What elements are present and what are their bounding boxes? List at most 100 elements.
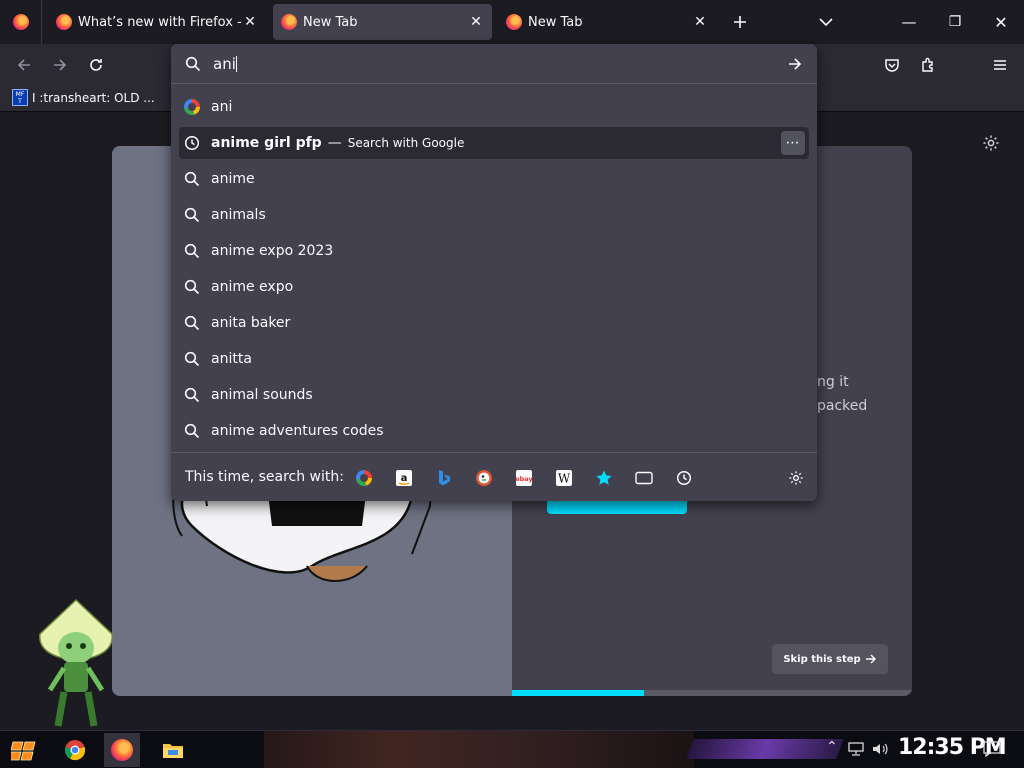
suggestion-action: Search with Google	[347, 136, 465, 150]
ebay-icon[interactable]: ebay	[514, 468, 534, 488]
app-menu-button[interactable]	[988, 53, 1012, 77]
tab-close-icon[interactable]: ✕	[692, 14, 708, 30]
svg-text:a: a	[401, 473, 408, 484]
arrow-right-icon	[789, 57, 802, 70]
suggestion-row-selected[interactable]: anime girl pfp — Search with Google ⋯	[179, 127, 809, 159]
bookmark-favicon: MF T	[12, 89, 28, 106]
onboarding-progress	[512, 690, 912, 696]
text-caret	[235, 55, 237, 72]
suggestion-separator: —	[327, 135, 342, 151]
suggestion-text: anime girl pfp	[211, 135, 322, 151]
search-icon	[184, 279, 200, 295]
pocket-icon	[885, 59, 899, 72]
close-window-button[interactable]: ✕	[978, 0, 1024, 44]
card-body-text-line: ng it	[817, 374, 849, 390]
suggestion-row[interactable]: anime adventures codes	[179, 415, 809, 447]
suggestion-row[interactable]: ani	[179, 91, 809, 123]
suggestion-row[interactable]: anime	[179, 163, 809, 195]
arrow-right-icon	[865, 654, 876, 664]
suggestion-row[interactable]: anitta	[179, 343, 809, 375]
restore-button[interactable]: ❐	[932, 0, 978, 44]
taskbar-chrome[interactable]	[57, 733, 93, 767]
show-hidden-icons-button[interactable]: ⌃	[826, 739, 838, 755]
url-input-value: ani	[213, 54, 236, 73]
address-bar[interactable]: ani	[171, 44, 817, 84]
tab-whats-new[interactable]: What’s new with Firefox - Mo ✕	[48, 4, 266, 40]
tab-close-icon[interactable]: ✕	[242, 14, 258, 30]
amazon-icon[interactable]: a	[394, 468, 414, 488]
chevron-down-icon	[819, 18, 833, 27]
suggestion-row[interactable]: anime expo 2023	[179, 235, 809, 267]
search-icon	[184, 207, 200, 223]
new-tab-button[interactable]	[726, 0, 754, 44]
urlbar-panel: ani ani anime girl pfp — Search with Goo…	[171, 44, 817, 501]
tab-strip: What’s new with Firefox - Mo ✕ New Tab ✕…	[0, 0, 1024, 44]
google-icon	[184, 99, 200, 115]
bing-icon[interactable]	[434, 468, 454, 488]
folder-icon	[163, 744, 183, 758]
bookmark-label: I :transheart: OLD ...	[32, 90, 155, 105]
bookmarks-star-icon[interactable]	[594, 468, 614, 488]
personalize-button[interactable]	[982, 134, 1000, 156]
duckduckgo-icon[interactable]	[474, 468, 494, 488]
pocket-button[interactable]	[880, 53, 904, 77]
suggestion-text: anime expo	[211, 279, 294, 295]
firefox-icon	[12, 14, 29, 30]
taskbar-file-explorer[interactable]	[155, 733, 191, 767]
extensions-button[interactable]	[916, 53, 940, 77]
wikipedia-icon[interactable]: W	[554, 468, 574, 488]
back-button[interactable]	[12, 53, 36, 77]
puzzle-icon	[922, 57, 933, 72]
search-icon	[184, 171, 200, 187]
start-icon	[11, 741, 36, 761]
go-button[interactable]	[783, 52, 807, 76]
start-button[interactable]	[6, 733, 42, 767]
result-menu-button[interactable]: ⋯	[781, 131, 805, 155]
firefox-view-button[interactable]	[0, 0, 42, 44]
search-settings-button[interactable]	[786, 468, 806, 488]
search-icon	[185, 56, 201, 71]
tab-close-icon[interactable]: ✕	[468, 14, 484, 30]
search-icon	[184, 351, 200, 367]
progress-fill	[512, 690, 644, 696]
one-off-search-bar: This time, search with: a ebay W	[171, 452, 817, 501]
arrow-left-icon	[17, 59, 30, 71]
url-input[interactable]: ani	[213, 55, 783, 73]
plus-icon	[734, 16, 746, 28]
suggestion-row[interactable]: animals	[179, 199, 809, 231]
suggestion-row[interactable]: anime expo	[179, 271, 809, 303]
screen: What’s new with Firefox - Mo ✕ New Tab ✕…	[0, 0, 1024, 768]
tab-new-tab-active[interactable]: New Tab ✕	[273, 4, 492, 40]
tab-title: New Tab	[303, 14, 358, 30]
minimize-button[interactable]: —	[886, 0, 932, 44]
tab-new-tab[interactable]: New Tab ✕	[498, 4, 716, 40]
network-icon[interactable]	[848, 742, 864, 756]
list-all-tabs-button[interactable]	[812, 0, 840, 44]
notifications-icon[interactable]	[983, 741, 1001, 757]
search-icon	[184, 423, 200, 439]
history-icon[interactable]	[674, 468, 694, 488]
card-body-text-line: packed	[817, 398, 868, 414]
suggestion-text: anime expo 2023	[211, 243, 334, 259]
suggestion-row[interactable]: animal sounds	[179, 379, 809, 411]
one-off-label: This time, search with:	[185, 469, 344, 485]
reload-button[interactable]	[84, 53, 108, 77]
firefox-icon	[281, 14, 297, 30]
svg-text:ebay: ebay	[515, 475, 533, 483]
firefox-icon	[111, 739, 133, 761]
tabs-icon[interactable]	[634, 468, 654, 488]
skip-step-label: Skip this step	[783, 653, 861, 665]
svg-text:W: W	[558, 472, 571, 486]
firefox-icon	[56, 14, 72, 30]
taskbar-firefox[interactable]	[104, 733, 140, 767]
google-icon[interactable]	[354, 468, 374, 488]
arrow-right-icon	[54, 59, 67, 71]
bookmark-item[interactable]: MF T I :transheart: OLD ...	[12, 89, 155, 106]
search-icon	[184, 315, 200, 331]
suggestion-row[interactable]: anita baker	[179, 307, 809, 339]
volume-icon[interactable]	[872, 742, 888, 756]
chrome-icon	[64, 740, 86, 761]
forward-button[interactable]	[48, 53, 72, 77]
suggestion-text: animals	[211, 207, 266, 223]
skip-step-button[interactable]: Skip this step	[772, 644, 888, 674]
